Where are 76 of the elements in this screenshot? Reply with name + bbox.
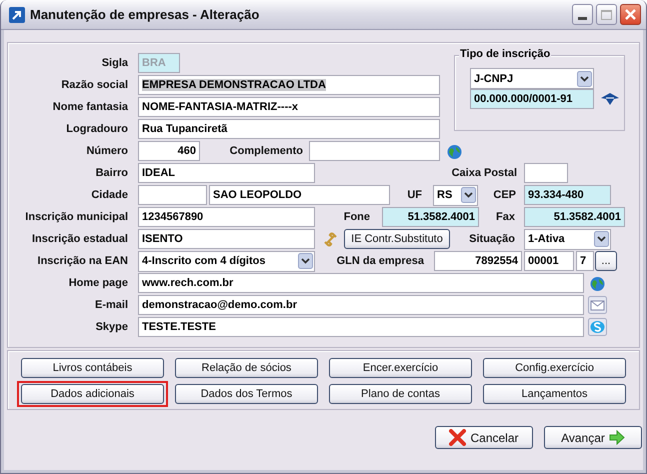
action-button[interactable]: Config.exercício [483, 358, 626, 378]
field-label: Caixa Postal [450, 167, 517, 179]
field-label: Sigla [100, 57, 128, 69]
action-button[interactable]: Livros contábeis [21, 358, 164, 378]
field-label: Complemento [228, 145, 303, 157]
field-label: Fax [495, 211, 515, 223]
chevron-down-icon [577, 70, 592, 86]
text-field[interactable] [309, 141, 440, 161]
field-label: Home page [68, 277, 128, 289]
text-field[interactable]: ISENTO [138, 229, 315, 249]
field-label: Inscrição estadual [31, 233, 128, 245]
text-field[interactable]: TESTE.TESTE [138, 317, 584, 337]
close-button[interactable] [620, 4, 641, 25]
field-label: Fone [342, 211, 370, 223]
text-field[interactable] [524, 163, 568, 183]
text-field[interactable]: 00001 [524, 251, 574, 271]
text-field[interactable]: SAO LEOPOLDO [209, 185, 390, 205]
maximize-icon [601, 10, 612, 20]
envelope-icon[interactable] [588, 296, 607, 314]
text-field[interactable]: 460 [138, 141, 200, 161]
window-title: Manutenção de empresas - Alteração [30, 7, 260, 22]
chevron-down-icon [594, 231, 609, 247]
action-button[interactable]: Plano de contas [329, 384, 472, 404]
text-field[interactable]: www.rech.com.br [138, 273, 584, 293]
field-label: GLN da empresa [336, 255, 424, 267]
text-field[interactable]: EMPRESA DEMONSTRACAO LTDA [138, 75, 440, 95]
dropdown[interactable]: J-CNPJ [470, 68, 594, 89]
chain-link-icon[interactable] [322, 230, 339, 248]
field-label: Número [85, 145, 128, 157]
action-button[interactable]: Encer.exercício [329, 358, 472, 378]
chevron-down-icon [298, 253, 313, 269]
cloud-icon[interactable] [588, 318, 607, 336]
text-field[interactable]: 1234567890 [138, 207, 315, 227]
action-button[interactable]: Lançamentos [483, 384, 626, 404]
close-icon [625, 9, 636, 20]
globe-icon[interactable] [588, 274, 607, 292]
text-field[interactable]: NOME-FANTASIA-MATRIZ----x [138, 97, 440, 117]
text-field[interactable]: demonstracao@demo.com.br [138, 295, 584, 315]
minimize-button[interactable] [572, 4, 593, 25]
field-label: Nome fantasia [52, 101, 128, 113]
action-button[interactable]: Dados adicionais [21, 384, 164, 404]
field-label: Inscrição na EAN [36, 255, 128, 267]
field-label: UF [406, 189, 422, 201]
arrow-right-icon [608, 430, 625, 445]
minimize-icon [578, 17, 587, 20]
text-field[interactable]: 51.3582.4001 [524, 207, 625, 227]
text-field[interactable]: Rua Tupanciretã [138, 119, 440, 139]
field-label: Inscrição municipal [24, 211, 128, 223]
dropdown[interactable]: RS [433, 184, 478, 206]
chevron-down-icon [461, 187, 476, 203]
action-button[interactable]: Dados dos Termos [175, 384, 318, 404]
action-button[interactable]: Relação de sócios [175, 358, 318, 378]
field-label: Razão social [60, 79, 128, 91]
text-field[interactable]: 51.3582.4001 [382, 207, 479, 227]
field-label: Cidade [90, 189, 128, 201]
field-label: Logradouro [65, 123, 128, 135]
dropdown[interactable]: 1-Ativa [524, 228, 611, 250]
field-label: Bairro [94, 167, 128, 179]
text-field[interactable]: 93.334-480 [524, 185, 611, 205]
cancel-button[interactable]: Cancelar [435, 426, 533, 449]
text-field[interactable]: 7 [576, 251, 594, 271]
field-label: Situação [468, 233, 515, 245]
group-title: Tipo de inscrição [459, 48, 552, 60]
next-button[interactable]: Avançar [544, 426, 642, 449]
text-field[interactable]: 00.000.000/0001-91 [470, 89, 594, 109]
globe-icon[interactable] [446, 142, 463, 160]
action-button[interactable]: IE Contr.Substituto [344, 229, 450, 249]
field-label: Skype [94, 321, 128, 333]
text-field[interactable]: IDEAL [138, 163, 315, 183]
text-field[interactable]: 7892554 [434, 251, 522, 271]
field-label: E-mail [94, 299, 128, 311]
action-button[interactable]: ... [595, 251, 617, 271]
dropdown[interactable]: 4-Inscrito com 4 dígitos [138, 250, 315, 272]
close-icon [449, 429, 466, 446]
field-label: CEP [492, 189, 516, 201]
text-field[interactable] [138, 185, 207, 205]
